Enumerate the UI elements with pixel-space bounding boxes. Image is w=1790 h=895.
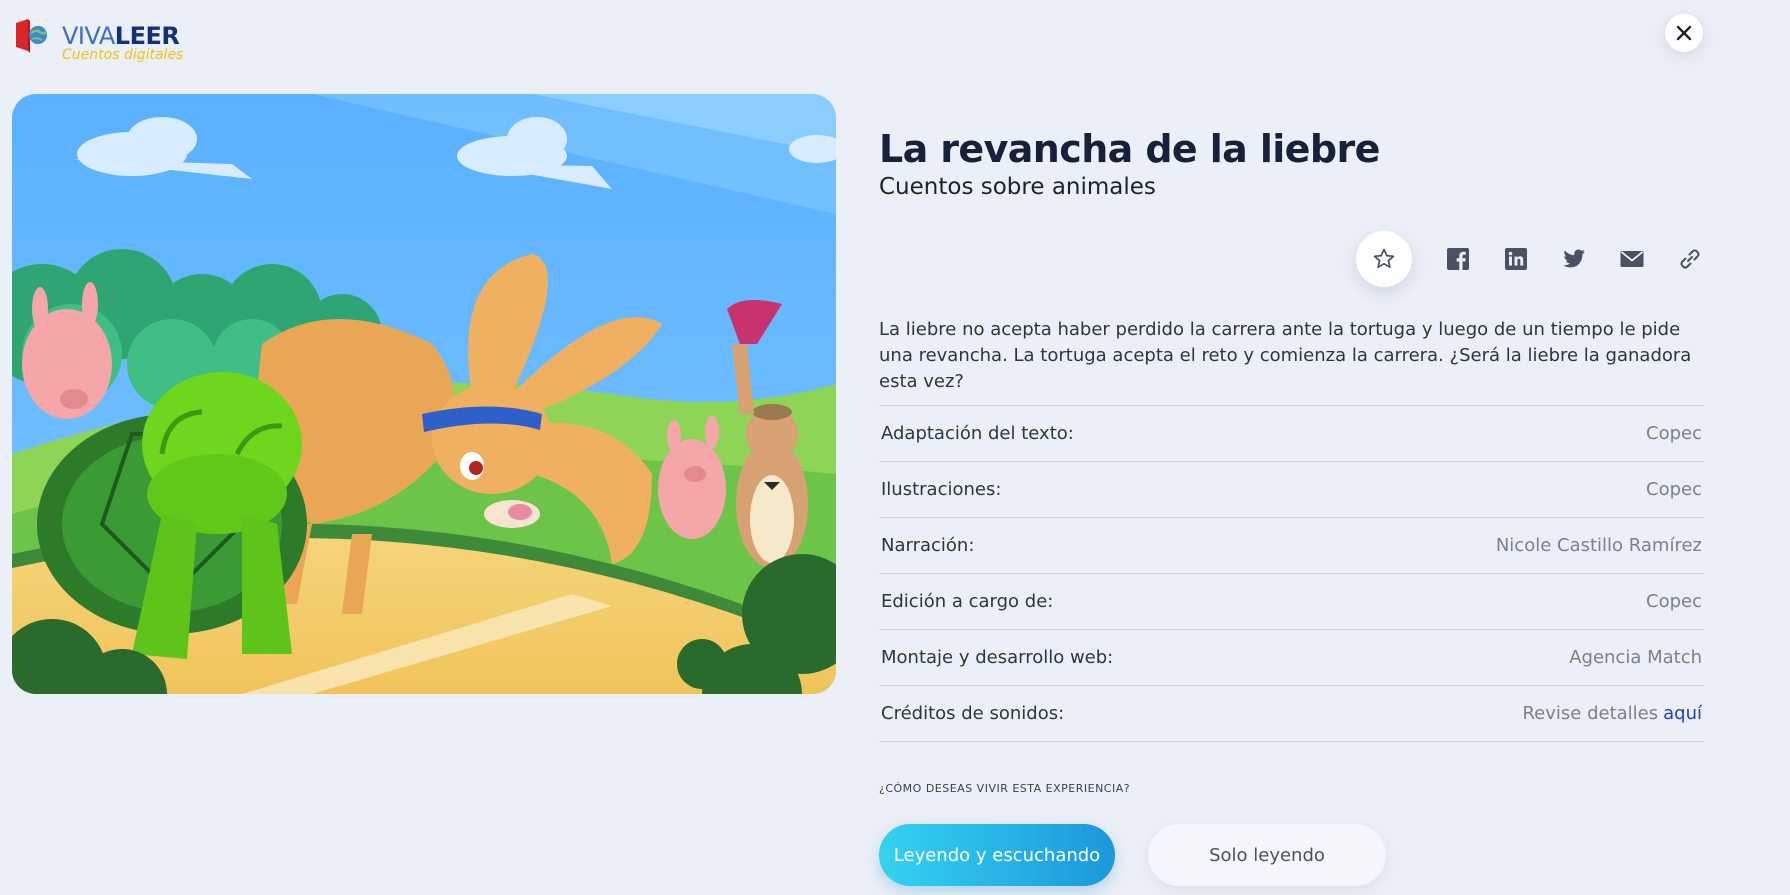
logo-brand-leer: LEER [114,22,180,50]
logo-tagline: Cuentos digitales [62,47,184,63]
experience-question: ¿CÓMO DESEAS VIVIR ESTA EXPERIENCIA? [879,782,1131,795]
credit-value: Copec [1646,479,1702,500]
credit-row-narration: Narración: Nicole Castillo Ramírez [879,518,1704,574]
credit-value-with-link: Revise detalles aquí [1522,703,1702,724]
story-category: Cuentos sobre animales [879,174,1156,200]
sound-credits-link[interactable]: aquí [1663,703,1702,724]
linkedin-icon [1505,248,1527,270]
story-cover-image [12,94,836,694]
link-icon [1680,249,1700,269]
credit-row-text-adaptation: Adaptación del texto: Copec [879,406,1704,462]
credit-label: Ilustraciones: [881,479,1002,500]
credit-value: Copec [1646,591,1702,612]
credit-row-illustrations: Ilustraciones: Copec [879,462,1704,518]
story-description: La liebre no acepta haber perdido la car… [879,319,1692,392]
credit-value: Copec [1646,423,1702,444]
credit-value-text: Revise detalles [1522,703,1659,724]
favorite-button[interactable] [1356,231,1412,287]
credit-value: Agencia Match [1569,647,1702,668]
share-twitter-button[interactable] [1560,245,1588,273]
book-globe-icon [16,19,48,53]
facebook-icon [1447,248,1469,270]
logo-brand-viva: VIVA [62,22,115,50]
vivaleer-logo[interactable]: VIVALEER Cuentos digitales [14,15,184,65]
share-email-button[interactable] [1618,245,1646,273]
credit-row-web-development: Montaje y desarrollo web: Agencia Match [879,630,1704,686]
close-icon [1676,25,1692,41]
credits-list: Adaptación del texto: Copec Ilustracione… [879,405,1704,742]
email-icon [1620,251,1644,267]
credit-row-editing: Edición a cargo de: Copec [879,574,1704,630]
credit-row-sound-credits: Créditos de sonidos: Revise detalles aquí [879,686,1704,742]
credit-value: Nicole Castillo Ramírez [1495,535,1702,556]
credit-label: Edición a cargo de: [881,591,1054,612]
read-only-button[interactable]: Solo leyendo [1148,824,1386,886]
credit-label: Créditos de sonidos: [881,703,1065,724]
story-actions [1356,231,1716,287]
close-button[interactable] [1665,14,1703,52]
credit-label: Narración: [881,535,975,556]
share-facebook-button[interactable] [1444,245,1472,273]
story-title: La revancha de la liebre [879,127,1380,171]
read-and-listen-button[interactable]: Leyendo y escuchando [879,824,1115,886]
copy-link-button[interactable] [1676,245,1704,273]
credit-label: Adaptación del texto: [881,423,1074,444]
logo-wordmark: VIVALEER [62,22,180,50]
credit-label: Montaje y desarrollo web: [881,647,1114,668]
twitter-icon [1563,249,1585,268]
star-icon [1373,248,1395,269]
share-linkedin-button[interactable] [1502,245,1530,273]
story-info: La revancha de la liebre Cuentos sobre a… [879,126,1704,202]
